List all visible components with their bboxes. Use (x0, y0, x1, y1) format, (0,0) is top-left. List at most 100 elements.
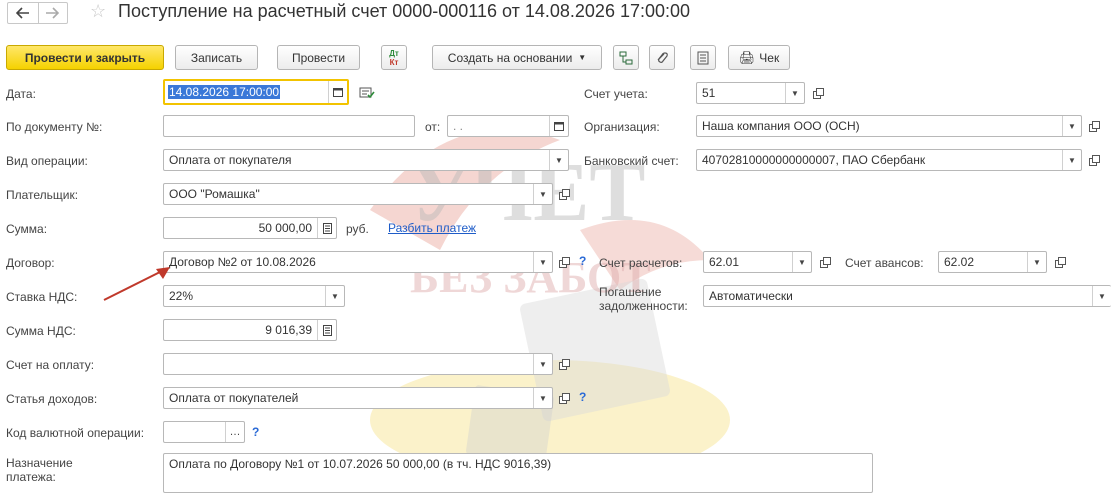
invoice-field[interactable]: ▼ (163, 353, 553, 375)
bank-account-label: Банковский счет: (584, 154, 679, 168)
bank-account-value: 40702810000000000007, ПАО Сбербанк (702, 153, 926, 167)
attach-button[interactable] (649, 45, 675, 70)
date-value: 14.08.2026 17:00:00 (168, 85, 281, 99)
bank-account-open-button[interactable] (1086, 152, 1102, 168)
account-open-button[interactable] (810, 85, 826, 101)
report-icon (697, 51, 709, 64)
create-based-on-button[interactable]: Создать на основании ▼ (432, 45, 602, 70)
dt-kt-button[interactable]: Дт Кт (381, 45, 407, 70)
chevron-down-icon[interactable]: ▼ (1092, 286, 1111, 306)
operation-type-value: Оплата от покупателя (169, 153, 292, 167)
account-label: Счет учета: (584, 87, 648, 101)
nav-forward-button[interactable] (37, 2, 68, 24)
organization-field[interactable]: Наша компания ООО (ОСН) ▼ (696, 115, 1082, 137)
vat-amount-label: Сумма НДС: (6, 324, 76, 338)
payer-open-button[interactable] (556, 186, 572, 202)
chevron-down-icon[interactable]: ▼ (533, 354, 552, 374)
vat-amount-field[interactable]: 9 016,39 (163, 319, 337, 341)
invoice-open-button[interactable] (556, 356, 572, 372)
organization-open-button[interactable] (1086, 118, 1102, 134)
chevron-down-icon[interactable]: ▼ (1062, 150, 1081, 170)
date-list-button[interactable] (359, 86, 375, 103)
vat-rate-label: Ставка НДС: (6, 290, 78, 304)
settlement-account-open-button[interactable] (817, 254, 833, 270)
contract-field[interactable]: Договор №2 от 10.08.2026 ▼ (163, 251, 553, 273)
structure-button[interactable] (613, 45, 639, 70)
calendar-icon (554, 122, 564, 131)
receipt-label: Чек (759, 50, 780, 65)
advance-account-open-button[interactable] (1052, 254, 1068, 270)
settlement-account-value: 62.01 (709, 255, 740, 269)
amount-label: Сумма: (6, 222, 48, 236)
ellipsis-icon[interactable]: … (225, 422, 244, 442)
chevron-down-icon[interactable]: ▼ (792, 252, 811, 272)
contract-label: Договор: (6, 256, 55, 270)
post-button[interactable]: Провести (277, 45, 360, 70)
nav-back-button[interactable] (7, 2, 39, 24)
receipt-button[interactable]: 🖨 Чек (728, 45, 790, 70)
doc-calendar-button[interactable] (549, 116, 568, 136)
arrow-right-icon (46, 7, 59, 19)
settlement-account-field[interactable]: 62.01 ▼ (703, 251, 812, 273)
chevron-down-icon[interactable]: ▼ (533, 252, 552, 272)
chevron-down-icon[interactable]: ▼ (533, 184, 552, 204)
payer-field[interactable]: ООО "Ромашка" ▼ (163, 183, 553, 205)
chevron-down-icon[interactable]: ▼ (1027, 252, 1046, 272)
open-form-icon (1088, 120, 1100, 132)
structure-icon (619, 51, 633, 64)
operation-type-field[interactable]: Оплата от покупателя ▼ (163, 149, 569, 171)
account-value: 51 (702, 86, 716, 100)
calendar-button[interactable] (328, 81, 347, 103)
doc-date-field[interactable]: . . (447, 115, 569, 137)
debt-repayment-field[interactable]: Автоматически ▼ (703, 285, 1111, 307)
settlement-account-label: Счет расчетов: (599, 256, 683, 270)
calculator-button[interactable] (317, 218, 336, 238)
chevron-down-icon[interactable]: ▼ (533, 388, 552, 408)
vat-amount-value: 9 016,39 (265, 323, 312, 337)
save-button[interactable]: Записать (175, 45, 258, 70)
chevron-down-icon[interactable]: ▼ (1062, 116, 1081, 136)
doc-date-value: . . (453, 119, 464, 133)
open-form-icon (558, 256, 570, 268)
advance-account-label: Счет авансов: (845, 256, 924, 270)
payer-value: ООО "Ромашка" (169, 187, 260, 201)
date-label: Дата: (6, 87, 36, 101)
income-item-field[interactable]: Оплата от покупателей ▼ (163, 387, 553, 409)
contract-help-icon[interactable]: ? (579, 254, 586, 268)
vat-rate-field[interactable]: 22% ▼ (163, 285, 345, 307)
purpose-label-line2: платежа: (6, 470, 56, 484)
purpose-field[interactable]: Оплата по Договору №1 от 10.07.2026 50 0… (163, 453, 873, 493)
open-form-icon (558, 392, 570, 404)
contract-value: Договор №2 от 10.08.2026 (169, 255, 316, 269)
amount-value: 50 000,00 (258, 221, 312, 235)
currency-op-code-help-icon[interactable]: ? (252, 425, 259, 439)
date-field[interactable]: 14.08.2026 17:00:00 (163, 79, 349, 105)
account-field[interactable]: 51 ▼ (696, 82, 805, 104)
calendar-icon (333, 88, 343, 97)
chevron-down-icon[interactable]: ▼ (785, 83, 804, 103)
bank-account-field[interactable]: 40702810000000000007, ПАО Сбербанк ▼ (696, 149, 1082, 171)
calculator-icon (322, 324, 332, 336)
advance-account-value: 62.02 (944, 255, 975, 269)
contract-open-button[interactable] (556, 254, 572, 270)
amount-field[interactable]: 50 000,00 (163, 217, 337, 239)
post-and-close-button[interactable]: Провести и закрыть (6, 45, 164, 70)
arrow-left-icon (16, 7, 29, 19)
create-based-on-label: Создать на основании (447, 50, 573, 65)
chevron-down-icon: ▼ (578, 53, 587, 62)
open-form-icon (812, 87, 824, 99)
open-form-icon (558, 188, 570, 200)
chevron-down-icon[interactable]: ▼ (325, 286, 344, 306)
calculator-button[interactable] (317, 320, 336, 340)
chevron-down-icon[interactable]: ▼ (549, 150, 568, 170)
split-payment-link[interactable]: Разбить платеж (388, 221, 476, 235)
advance-account-field[interactable]: 62.02 ▼ (938, 251, 1047, 273)
income-item-open-button[interactable] (556, 390, 572, 406)
income-item-help-icon[interactable]: ? (579, 390, 586, 404)
currency-op-code-field[interactable]: … (163, 421, 245, 443)
doc-number-label: По документу №: (6, 120, 103, 134)
report-button[interactable] (690, 45, 716, 70)
doc-number-field[interactable] (163, 115, 415, 137)
debt-repayment-label-line2: задолженности: (599, 299, 688, 313)
favorite-star-icon[interactable]: ☆ (90, 1, 106, 22)
